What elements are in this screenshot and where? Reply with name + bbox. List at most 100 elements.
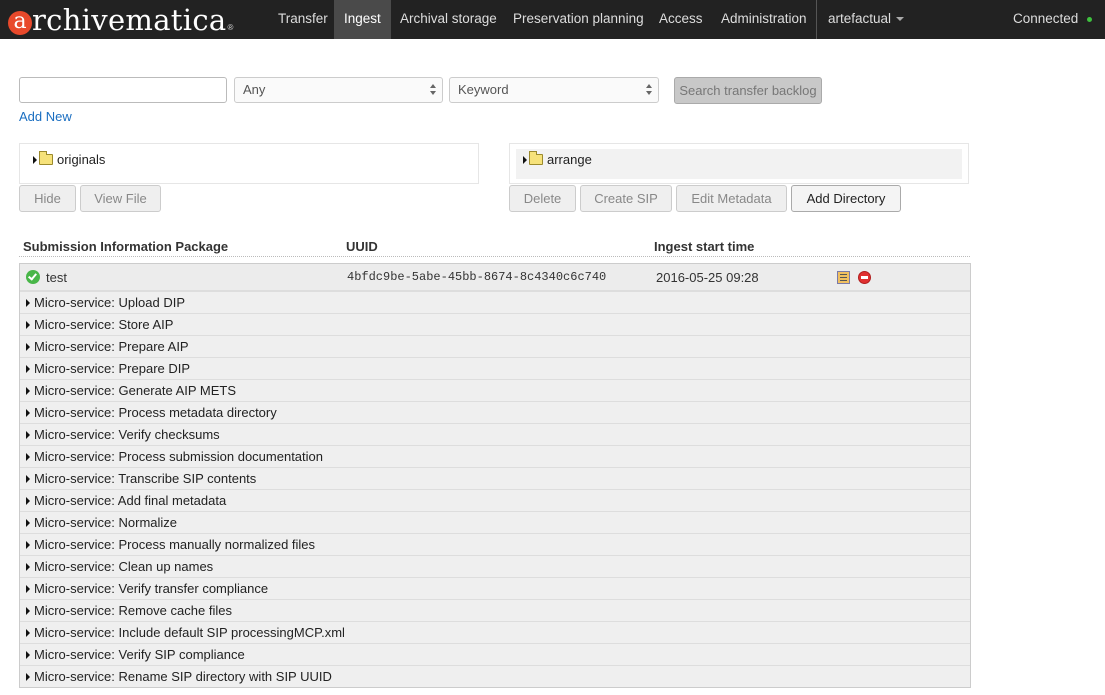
tree-item-originals[interactable]: originals <box>33 151 106 167</box>
expand-arrow-icon[interactable] <box>26 475 30 483</box>
expand-arrow-icon[interactable] <box>26 409 30 417</box>
nav-administration[interactable]: Administration <box>711 0 817 39</box>
microservice-row[interactable]: Micro-service: Prepare AIP <box>20 335 970 357</box>
expand-arrow-icon[interactable] <box>26 299 30 307</box>
logo-initial: a <box>8 11 32 35</box>
microservice-row[interactable]: Micro-service: Normalize <box>20 511 970 533</box>
sip-row[interactable]: test 4bfdc9be-5abe-45bb-8674-8c4340c6c74… <box>20 264 970 291</box>
search-scope-select[interactable]: Any <box>234 77 443 103</box>
microservice-label: Micro-service: Verify transfer complianc… <box>34 581 269 596</box>
microservice-row[interactable]: Micro-service: Transcribe SIP contents <box>20 467 970 489</box>
status-dot-icon <box>1087 16 1093 22</box>
create-sip-button[interactable]: Create SIP <box>580 185 672 212</box>
nav-access[interactable]: Access <box>649 0 713 39</box>
select-arrows-icon <box>430 84 436 96</box>
folder-label: arrange <box>547 152 592 167</box>
expand-arrow-icon[interactable] <box>26 431 30 439</box>
arrange-panel: arrange <box>509 143 969 184</box>
folder-icon <box>39 151 53 165</box>
edit-metadata-icon[interactable] <box>837 271 850 284</box>
microservice-row[interactable]: Micro-service: Generate AIP METS <box>20 379 970 401</box>
microservice-label: Micro-service: Store AIP <box>34 317 174 332</box>
expand-arrow-icon[interactable] <box>26 343 30 351</box>
add-new-link[interactable]: Add New <box>19 109 72 124</box>
search-type-select[interactable]: Keyword <box>449 77 659 103</box>
expand-arrow-icon[interactable] <box>26 585 30 593</box>
folder-label: originals <box>57 152 106 167</box>
microservice-row[interactable]: Micro-service: Verify transfer complianc… <box>20 577 970 599</box>
expand-arrow-icon[interactable] <box>26 563 30 571</box>
microservice-label: Micro-service: Process metadata director… <box>34 405 277 420</box>
logo-text: rchivematica <box>32 3 227 37</box>
header-divider <box>19 256 970 257</box>
microservice-row[interactable]: Micro-service: Prepare DIP <box>20 357 970 379</box>
expand-arrow-icon[interactable] <box>26 453 30 461</box>
search-transfer-backlog-button[interactable]: Search transfer backlog <box>674 77 822 104</box>
microservice-label: Micro-service: Process manually normaliz… <box>34 537 316 552</box>
expand-arrow-icon[interactable] <box>26 519 30 527</box>
microservice-label: Micro-service: Generate AIP METS <box>34 383 237 398</box>
microservice-row[interactable]: Micro-service: Verify checksums <box>20 423 970 445</box>
remove-icon[interactable] <box>858 271 871 284</box>
select-arrows-icon <box>646 84 652 96</box>
nav-preservation-planning[interactable]: Preservation planning <box>503 0 654 39</box>
expand-arrow-icon[interactable] <box>26 651 30 659</box>
microservice-row[interactable]: Micro-service: Store AIP <box>20 313 970 335</box>
sip-name: test <box>46 270 67 285</box>
microservice-label: Micro-service: Remove cache files <box>34 603 232 618</box>
view-file-button[interactable]: View File <box>80 185 161 212</box>
microservice-label: Micro-service: Process submission docume… <box>34 449 323 464</box>
microservice-row[interactable]: Micro-service: Process submission docume… <box>20 445 970 467</box>
nav-archival-storage[interactable]: Archival storage <box>390 0 507 39</box>
search-input[interactable] <box>19 77 227 103</box>
microservice-label: Micro-service: Verify checksums <box>34 427 220 442</box>
search-type-value: Keyword <box>458 82 509 97</box>
expand-arrow-icon[interactable] <box>26 629 30 637</box>
logo-registered-mark: ® <box>227 22 234 32</box>
microservice-label: Micro-service: Clean up names <box>34 559 214 574</box>
expand-arrow-icon[interactable] <box>33 155 37 164</box>
delete-button[interactable]: Delete <box>509 185 576 212</box>
microservice-row[interactable]: Micro-service: Process manually normaliz… <box>20 533 970 555</box>
microservice-label: Micro-service: Add final metadata <box>34 493 227 508</box>
microservice-row[interactable]: Micro-service: Rename SIP directory with… <box>20 665 970 687</box>
add-directory-button[interactable]: Add Directory <box>791 185 901 212</box>
expand-arrow-icon[interactable] <box>26 607 30 615</box>
connection-status: Connected <box>1003 0 1102 39</box>
expand-arrow-icon[interactable] <box>26 321 30 329</box>
nav-ingest[interactable]: Ingest <box>334 0 391 39</box>
sip-table: test 4bfdc9be-5abe-45bb-8674-8c4340c6c74… <box>19 263 971 688</box>
sip-start-time: 2016-05-25 09:28 <box>656 270 759 285</box>
microservice-label: Micro-service: Normalize <box>34 515 178 530</box>
microservice-row[interactable]: Micro-service: Clean up names <box>20 555 970 577</box>
user-menu[interactable]: artefactual <box>818 0 914 39</box>
microservice-row[interactable]: Micro-service: Upload DIP <box>20 291 970 313</box>
expand-arrow-icon[interactable] <box>26 365 30 373</box>
microservice-row[interactable]: Micro-service: Verify SIP compliance <box>20 643 970 665</box>
expand-arrow-icon[interactable] <box>523 155 527 164</box>
hide-button[interactable]: Hide <box>19 185 76 212</box>
column-header-uuid: UUID <box>346 239 378 254</box>
microservice-list: Micro-service: Upload DIP Micro-service: … <box>20 291 970 687</box>
expand-arrow-icon[interactable] <box>26 541 30 549</box>
column-header-sip: Submission Information Package <box>23 239 229 254</box>
expand-arrow-icon[interactable] <box>26 387 30 395</box>
search-scope-value: Any <box>243 82 266 97</box>
connection-status-text: Connected <box>1013 11 1079 26</box>
top-navbar: a rchivematica ® Transfer Ingest Archiva… <box>0 0 1105 39</box>
archivematica-logo[interactable]: a rchivematica ® <box>8 2 233 38</box>
tree-item-arrange[interactable]: arrange <box>523 151 592 167</box>
sip-uuid: 4bfdc9be-5abe-45bb-8674-8c4340c6c740 <box>347 270 607 284</box>
expand-arrow-icon[interactable] <box>26 497 30 505</box>
microservice-row[interactable]: Micro-service: Include default SIP proce… <box>20 621 970 643</box>
expand-arrow-icon[interactable] <box>26 673 30 681</box>
nav-divider <box>816 0 817 39</box>
chevron-down-icon <box>896 17 905 22</box>
microservice-label: Micro-service: Rename SIP directory with… <box>34 669 332 684</box>
microservice-label: Micro-service: Upload DIP <box>34 295 185 310</box>
microservice-row[interactable]: Micro-service: Remove cache files <box>20 599 970 621</box>
edit-metadata-button[interactable]: Edit Metadata <box>676 185 787 212</box>
microservice-row[interactable]: Micro-service: Process metadata director… <box>20 401 970 423</box>
microservice-row[interactable]: Micro-service: Add final metadata <box>20 489 970 511</box>
nav-transfer[interactable]: Transfer <box>268 0 338 39</box>
